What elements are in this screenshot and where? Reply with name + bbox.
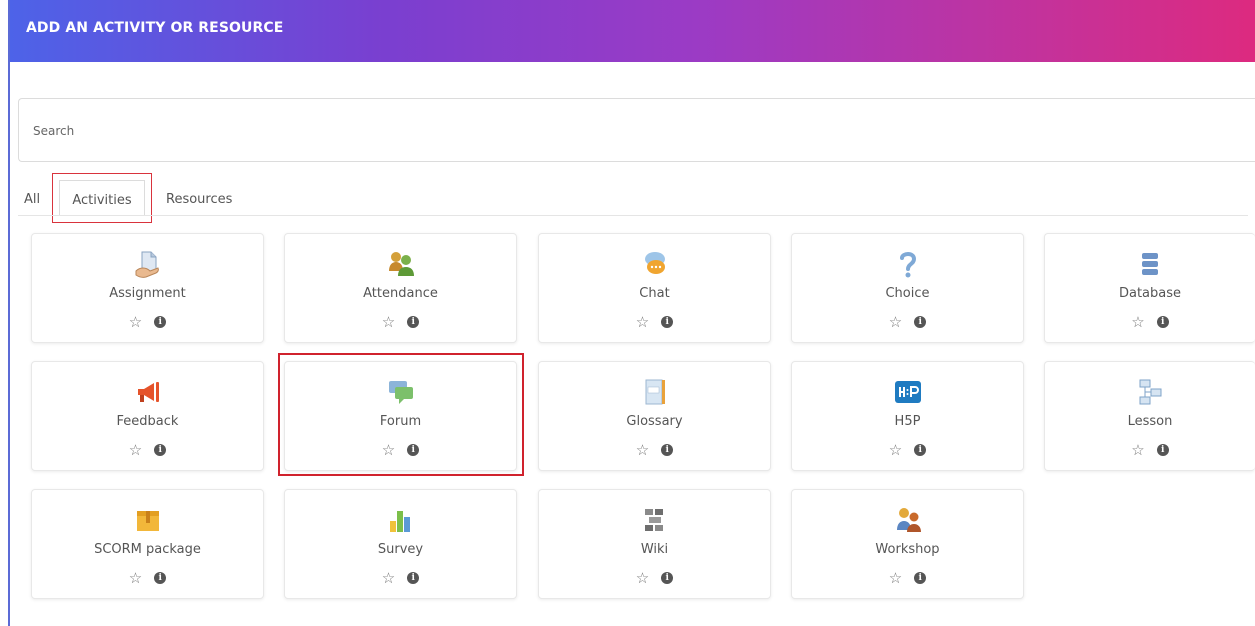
tab-activities-label[interactable]: Activities	[59, 180, 145, 216]
activity-card-label: Lesson	[1127, 414, 1173, 429]
star-icon[interactable]: ☆	[1131, 441, 1144, 459]
activity-card-assignment[interactable]: Assignment ☆ i	[31, 233, 264, 343]
activity-card-label: Feedback	[116, 414, 179, 429]
card-actions: ☆ i	[32, 567, 263, 587]
activity-card-survey[interactable]: Survey ☆ i	[284, 489, 517, 599]
search-box[interactable]	[18, 98, 1255, 162]
lesson-icon	[1139, 379, 1162, 405]
activity-card-label: Attendance	[363, 286, 438, 301]
info-icon[interactable]: i	[661, 443, 674, 456]
workshop-icon	[896, 508, 921, 532]
scorm-icon	[136, 511, 159, 531]
card-actions: ☆ i	[285, 439, 516, 459]
info-icon[interactable]: i	[914, 315, 927, 328]
activity-card-label: Database	[1118, 286, 1182, 301]
star-icon[interactable]: ☆	[889, 569, 902, 587]
star-icon[interactable]: ☆	[1131, 313, 1144, 331]
info-icon[interactable]: i	[154, 315, 167, 328]
activity-card-workshop[interactable]: Workshop ☆ i	[791, 489, 1024, 599]
info-icon[interactable]: i	[154, 571, 167, 584]
search-input[interactable]	[33, 121, 633, 141]
info-icon[interactable]: i	[914, 571, 927, 584]
star-icon[interactable]: ☆	[382, 569, 395, 587]
feedback-icon	[137, 382, 159, 402]
activity-card-label: Wiki	[640, 542, 669, 557]
star-icon[interactable]: ☆	[129, 441, 142, 459]
card-actions: ☆ i	[285, 311, 516, 331]
forum-icon	[388, 381, 413, 404]
glossary-icon	[645, 379, 665, 405]
activity-card-label: Choice	[885, 286, 930, 301]
card-actions: ☆ i	[539, 567, 770, 587]
star-icon[interactable]: ☆	[889, 313, 902, 331]
activity-card-scorm[interactable]: SCORM package ☆ i	[31, 489, 264, 599]
modal-header: ADD AN ACTIVITY OR RESOURCE	[10, 0, 1255, 62]
assignment-icon	[135, 251, 159, 278]
h5p-icon	[894, 381, 921, 403]
activity-card-attendance[interactable]: Attendance ☆ i	[284, 233, 517, 343]
activity-card-feedback[interactable]: Feedback ☆ i	[31, 361, 264, 471]
activity-card-forum[interactable]: Forum ☆ i	[284, 361, 517, 471]
activity-card-label: Glossary	[626, 414, 683, 429]
choice-icon	[899, 252, 916, 278]
star-icon[interactable]: ☆	[382, 313, 395, 331]
card-actions: ☆ i	[539, 311, 770, 331]
activity-card-glossary[interactable]: Glossary ☆ i	[538, 361, 771, 471]
activity-card-label: Workshop	[875, 542, 940, 557]
info-icon[interactable]: i	[661, 571, 674, 584]
info-icon[interactable]: i	[661, 315, 674, 328]
attendance-icon	[388, 252, 414, 276]
card-actions: ☆ i	[1045, 439, 1255, 459]
card-actions: ☆ i	[539, 439, 770, 459]
activity-card-chat[interactable]: Chat ☆ i	[538, 233, 771, 343]
activity-card-label: H5P	[894, 414, 921, 429]
star-icon[interactable]: ☆	[889, 441, 902, 459]
modal-title: ADD AN ACTIVITY OR RESOURCE	[26, 20, 284, 36]
activity-card-label: SCORM package	[94, 542, 201, 557]
activity-card-database[interactable]: Database ☆ i	[1044, 233, 1255, 343]
activity-card-h5p[interactable]: H5P ☆ i	[791, 361, 1024, 471]
card-actions: ☆ i	[32, 311, 263, 331]
activity-card-label: Survey	[377, 542, 424, 557]
activity-card-label: Forum	[379, 414, 422, 429]
star-icon[interactable]: ☆	[636, 313, 649, 331]
card-actions: ☆ i	[32, 439, 263, 459]
wiki-icon	[644, 509, 663, 531]
activity-card-lesson[interactable]: Lesson ☆ i	[1044, 361, 1255, 471]
database-icon	[1142, 253, 1158, 275]
info-icon[interactable]: i	[914, 443, 927, 456]
info-icon[interactable]: i	[154, 443, 167, 456]
card-actions: ☆ i	[792, 311, 1023, 331]
info-icon[interactable]: i	[407, 315, 420, 328]
card-actions: ☆ i	[285, 567, 516, 587]
tab-resources[interactable]: Resources	[166, 192, 232, 207]
chat-icon	[644, 252, 665, 274]
activity-card-wiki[interactable]: Wiki ☆ i	[538, 489, 771, 599]
activity-card-choice[interactable]: Choice ☆ i	[791, 233, 1024, 343]
star-icon[interactable]: ☆	[129, 569, 142, 587]
star-icon[interactable]: ☆	[382, 441, 395, 459]
info-icon[interactable]: i	[1156, 315, 1169, 328]
star-icon[interactable]: ☆	[636, 441, 649, 459]
survey-icon	[389, 511, 410, 532]
card-actions: ☆ i	[1045, 311, 1255, 331]
star-icon[interactable]: ☆	[129, 313, 142, 331]
info-icon[interactable]: i	[1156, 443, 1169, 456]
tab-all[interactable]: All	[24, 192, 40, 207]
info-icon[interactable]: i	[407, 571, 420, 584]
info-icon[interactable]: i	[407, 443, 420, 456]
activity-card-label: Assignment	[109, 286, 186, 301]
tab-divider	[18, 215, 1248, 216]
star-icon[interactable]: ☆	[636, 569, 649, 587]
activity-card-label: Chat	[639, 286, 670, 301]
card-actions: ☆ i	[792, 567, 1023, 587]
card-actions: ☆ i	[792, 439, 1023, 459]
